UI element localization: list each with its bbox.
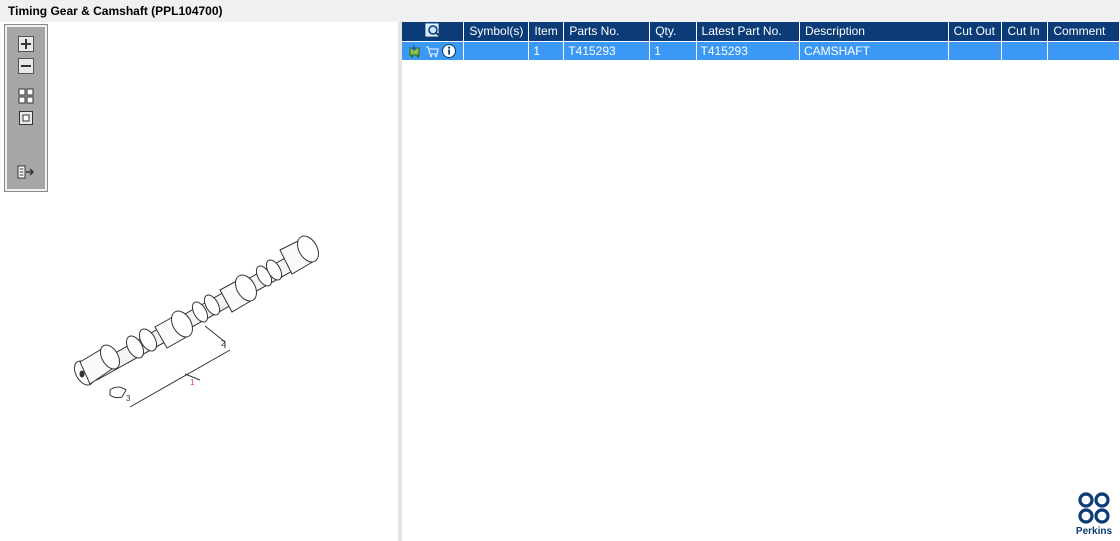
cell-cut-out bbox=[948, 40, 1003, 60]
column-header-comment[interactable]: Comment bbox=[1047, 22, 1120, 41]
zoom-in-icon bbox=[18, 36, 34, 52]
fit-all-icon bbox=[18, 88, 34, 104]
fit-all-button[interactable] bbox=[17, 87, 35, 105]
parts-list-pane: Symbol(s) Item Parts No. Qty. Latest Par… bbox=[402, 22, 1120, 541]
cell-cut-in bbox=[1001, 40, 1049, 60]
perkins-logo-icon bbox=[1078, 492, 1110, 524]
column-header-icons[interactable] bbox=[402, 22, 465, 41]
zoom-out-icon bbox=[18, 58, 34, 74]
row-icons-cell bbox=[402, 40, 465, 60]
camshaft-drawing[interactable]: 2 1 3 bbox=[60, 202, 360, 422]
cell-comment bbox=[1047, 40, 1120, 60]
column-header-cut-out[interactable]: Cut Out bbox=[948, 22, 1003, 41]
export-icon bbox=[17, 165, 35, 179]
cell-item: 1 bbox=[528, 40, 565, 60]
column-header-symbols[interactable]: Symbol(s) bbox=[463, 22, 530, 41]
cart-icon[interactable] bbox=[425, 44, 439, 58]
cell-symbols bbox=[463, 40, 530, 60]
window-title: Timing Gear & Camshaft (PPL104700) bbox=[0, 0, 1120, 22]
table-row[interactable]: 1 T415293 1 T415293 CAMSHAFT bbox=[402, 40, 1120, 60]
actual-size-button[interactable] bbox=[17, 109, 35, 127]
illustration-pane[interactable]: 2 1 3 bbox=[0, 22, 398, 541]
column-header-parts-no[interactable]: Parts No. bbox=[563, 22, 651, 41]
cell-description: CAMSHAFT bbox=[799, 40, 949, 60]
zoom-in-button[interactable] bbox=[17, 35, 35, 53]
perkins-logo: Perkins bbox=[1072, 491, 1116, 539]
column-header-description[interactable]: Description bbox=[799, 22, 949, 41]
cell-latest-part-no: T415293 bbox=[696, 40, 800, 60]
actual-size-icon bbox=[19, 111, 33, 125]
zoom-toolbox bbox=[4, 24, 48, 192]
cell-qty: 1 bbox=[649, 40, 697, 60]
perkins-wordmark: Perkins bbox=[1075, 526, 1113, 537]
table-header-row: Symbol(s) Item Parts No. Qty. Latest Par… bbox=[402, 22, 1120, 41]
zoom-out-button[interactable] bbox=[17, 57, 35, 75]
cell-parts-no: T415293 bbox=[563, 40, 651, 60]
column-header-qty[interactable]: Qty. bbox=[649, 22, 697, 41]
search-parts-icon bbox=[425, 23, 441, 37]
callout-1[interactable]: 1 bbox=[190, 378, 195, 387]
export-button[interactable] bbox=[17, 163, 35, 181]
column-header-cut-in[interactable]: Cut In bbox=[1001, 22, 1049, 41]
add-to-cart-icon[interactable] bbox=[408, 44, 422, 58]
column-header-latest-part-no[interactable]: Latest Part No. bbox=[696, 22, 800, 41]
callout-3[interactable]: 3 bbox=[126, 394, 131, 403]
info-icon[interactable] bbox=[442, 43, 456, 58]
column-header-item[interactable]: Item bbox=[528, 22, 565, 41]
callout-2[interactable]: 2 bbox=[221, 339, 226, 348]
parts-table: Symbol(s) Item Parts No. Qty. Latest Par… bbox=[402, 22, 1120, 60]
